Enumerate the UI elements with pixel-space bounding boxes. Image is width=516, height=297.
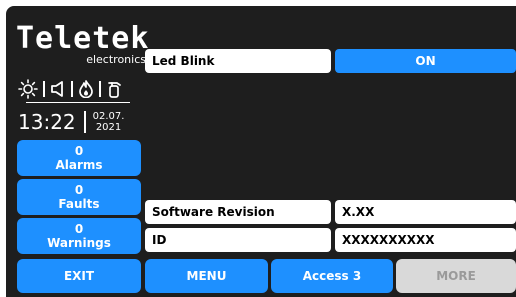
fire-extinguisher-icon [106, 80, 122, 98]
id-label: ID [145, 228, 331, 252]
fire-icon [78, 80, 94, 98]
software-revision-value: X.XX [335, 200, 516, 224]
alarms-label: Alarms [55, 158, 103, 172]
faults-count: 0 [74, 183, 84, 197]
sun-icon [18, 79, 38, 99]
brand-name: Teletek [16, 21, 150, 56]
header-divider [26, 102, 130, 103]
icon-separator [43, 81, 45, 97]
speaker-icon [50, 80, 66, 98]
more-button[interactable]: MORE [396, 259, 516, 293]
clock-separator [83, 111, 86, 133]
status-icons [18, 78, 142, 100]
id-value: XXXXXXXXXX [335, 228, 516, 252]
access-level-button[interactable]: Access 3 [271, 259, 393, 293]
menu-button[interactable]: MENU [145, 259, 268, 293]
clock-date: 02.07. 2021 [93, 111, 125, 133]
clock-time: 13:22 [18, 110, 76, 134]
faults-button[interactable]: 0 Faults [17, 179, 141, 215]
panel-screen: Teletek electronics 13:22 02.07. 2021 0 … [6, 6, 516, 297]
alarms-count: 0 [74, 144, 84, 158]
brand-logo: Teletek electronics [16, 21, 150, 66]
warnings-count: 0 [74, 222, 84, 236]
alarms-button[interactable]: 0 Alarms [17, 140, 141, 176]
icon-separator [99, 81, 101, 97]
warnings-label: Warnings [47, 236, 111, 250]
faults-label: Faults [58, 197, 100, 211]
warnings-button[interactable]: 0 Warnings [17, 218, 141, 254]
clock-date-year: 2021 [95, 122, 122, 133]
led-blink-toggle[interactable]: ON [335, 49, 516, 73]
clock-display: 13:22 02.07. 2021 [18, 110, 124, 134]
icon-separator [71, 81, 73, 97]
led-blink-label: Led Blink [145, 49, 331, 73]
software-revision-label: Software Revision [145, 200, 331, 224]
exit-button[interactable]: EXIT [17, 259, 141, 293]
clock-date-day: 02.07. [92, 111, 125, 122]
